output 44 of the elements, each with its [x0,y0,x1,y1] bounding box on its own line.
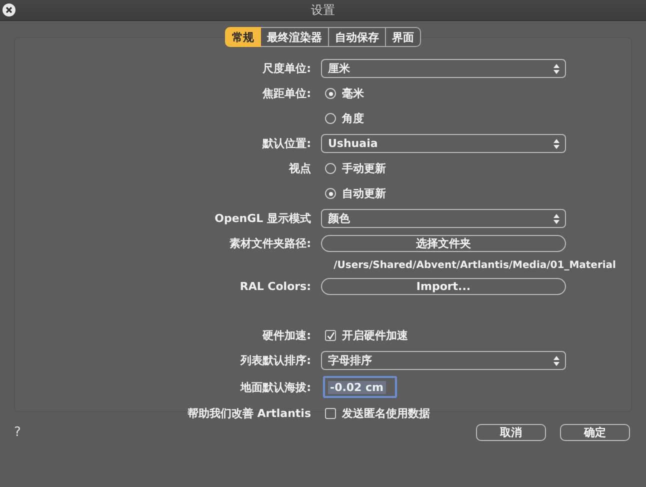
dropdown[interactable]: 字母排序 [321,351,566,370]
dialog-button[interactable]: 确定 [560,424,630,441]
updown-arrows-icon [553,354,560,366]
radio-label[interactable]: 角度 [342,111,364,126]
folder-path: /Users/Shared/Abvent/Artlantis/Media/01_Material [334,260,616,270]
checkbox[interactable] [325,330,336,341]
field-label: 默认位置: [262,136,311,151]
checkbox-label[interactable]: 发送匿名使用数据 [342,406,430,421]
choose-button[interactable]: 选择文件夹 [321,235,566,252]
field-label: RAL Colors: [240,280,311,293]
field-label: 尺度单位: [262,61,311,76]
updown-arrows-icon [553,138,560,150]
radio-label[interactable]: 手动更新 [342,161,386,176]
tab[interactable]: 常规 [225,27,261,47]
checkbox-label[interactable]: 开启硬件加速 [342,328,408,343]
updown-arrows-icon [553,212,560,224]
tab[interactable]: 最终渲染器 [261,27,329,47]
radio-button[interactable] [325,113,336,124]
dropdown[interactable]: 厘米 [321,59,566,78]
dropdown[interactable]: Ushuaia [321,134,566,153]
help-button[interactable]: ? [14,425,21,440]
dialog-button[interactable]: 取消 [476,424,546,441]
tab[interactable]: 界面 [386,27,421,47]
tab[interactable]: 自动保存 [329,27,386,47]
field-label: 帮助我们改善 Artlantis [187,406,311,421]
field-label: 视点 [289,161,311,176]
radio-button[interactable] [325,188,336,199]
field-label: 地面默认海拔: [240,380,311,394]
field-label: 硬件加速: [262,328,311,343]
radio-button[interactable] [325,88,336,99]
input-field[interactable]: -0.02 cm [323,376,397,398]
radio-button[interactable] [325,163,336,174]
checkbox[interactable] [325,408,336,419]
field-label: 素材文件夹路径: [230,236,311,251]
window-title: 设置 [311,2,335,18]
field-label: 焦距单位: [262,86,311,101]
updown-arrows-icon [553,62,560,74]
radio-label[interactable]: 自动更新 [342,186,386,201]
field-label: 列表默认排序: [240,353,311,368]
choose-button[interactable]: Import... [321,278,566,295]
field-label: OpenGL 显示模式 [214,211,311,226]
close-icon[interactable] [2,3,16,17]
radio-label[interactable]: 毫米 [342,86,364,101]
dropdown[interactable]: 颜色 [321,209,566,228]
